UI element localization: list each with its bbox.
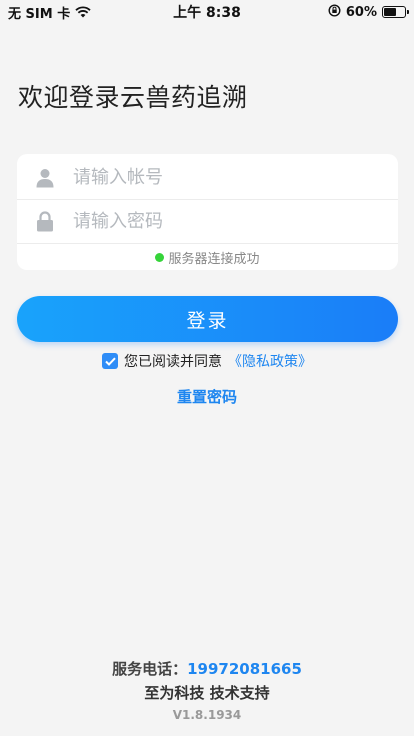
footer-phone: 服务电话：19972081665: [0, 658, 414, 679]
agreement-checkbox[interactable]: [102, 353, 118, 369]
connection-status: 服务器连接成功: [17, 248, 398, 267]
privacy-policy-link[interactable]: 《隐私政策》: [228, 351, 312, 371]
password-input[interactable]: [73, 211, 398, 232]
connection-status-text: 服务器连接成功: [168, 252, 260, 267]
password-row: [17, 200, 398, 244]
battery-icon: [382, 6, 409, 18]
battery-fill: [384, 8, 396, 16]
footer-support: 至为科技 技术支持: [144, 684, 270, 702]
agreement-text: 您已阅读并同意: [124, 354, 222, 370]
login-button[interactable]: 登录: [17, 296, 398, 342]
reset-password-link[interactable]: 重置密码: [0, 386, 414, 407]
phone-number-link[interactable]: 19972081665: [187, 660, 302, 678]
account-input[interactable]: [73, 167, 398, 188]
app-version: V1.8.1934: [172, 708, 242, 722]
status-time: 上午 8:38: [173, 5, 241, 21]
checkmark-icon: [104, 357, 116, 366]
login-card: 服务器连接成功: [17, 154, 398, 270]
user-icon: [17, 168, 73, 188]
welcome-title: 欢迎登录云兽药追溯: [18, 83, 248, 112]
status-bar: 无 SIM 卡 上午 8:38 60%: [0, 0, 414, 24]
lock-icon: [17, 211, 73, 232]
agreement-row: 您已阅读并同意 《隐私政策》: [0, 351, 414, 371]
account-row: [17, 156, 398, 200]
phone-label: 服务电话：: [112, 660, 188, 678]
connection-dot: [155, 253, 165, 262]
